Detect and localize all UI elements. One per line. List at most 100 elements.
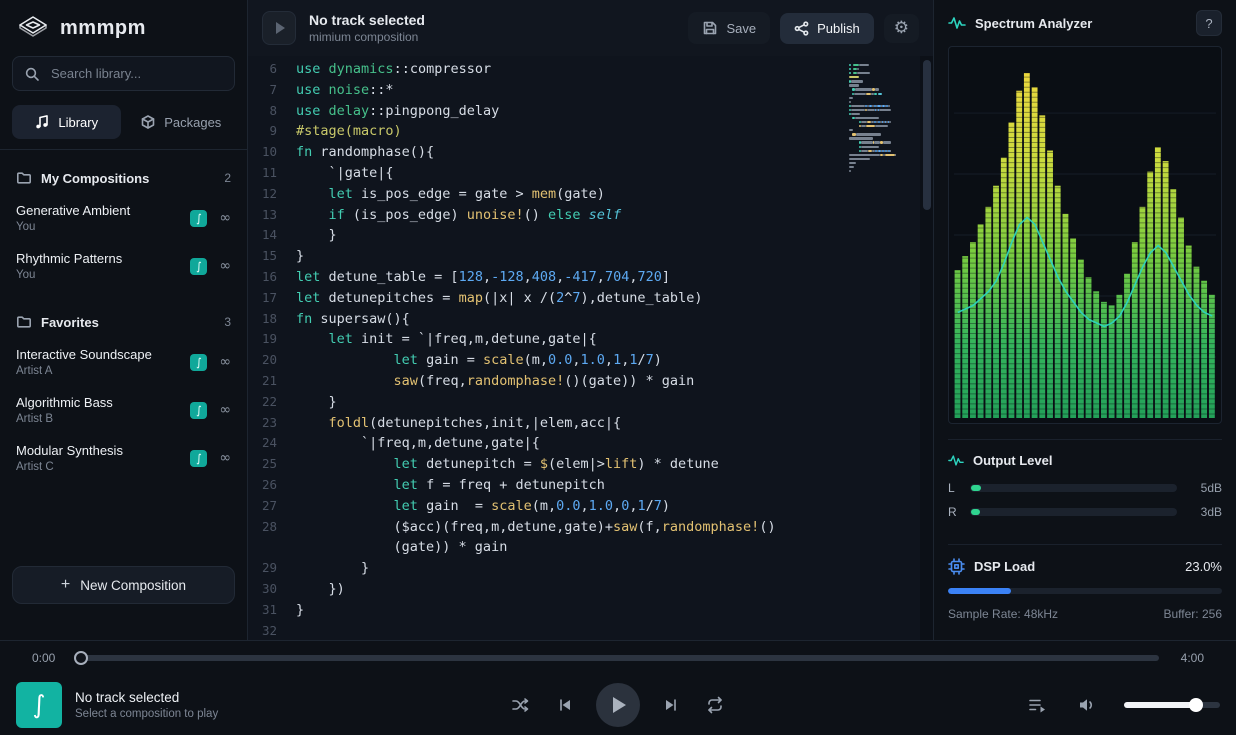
list-item[interactable]: Generative AmbientYou∫∞ [0, 194, 247, 242]
line-number: 13 [248, 205, 296, 226]
shuffle-button[interactable] [508, 692, 534, 718]
sample-rate-label: Sample Rate: 48kHz [948, 607, 1058, 621]
code-line[interactable]: 26 let f = freq + detunepitch [248, 475, 933, 496]
code-text: fn supersaw(){ [296, 309, 410, 330]
code-line[interactable]: 21 saw(freq,randomphase!()(gate)) * gain [248, 371, 933, 392]
code-text: let init = `|freq,m,detune,gate|{ [296, 329, 597, 350]
code-text: ($acc)(freq,m,detune,gate)+saw(f,randomp… [296, 517, 776, 538]
transport-controls [508, 683, 728, 727]
search-box[interactable] [12, 56, 235, 91]
line-number: 15 [248, 246, 296, 267]
code-line[interactable]: 14 } [248, 225, 933, 246]
code-line[interactable]: 22 } [248, 392, 933, 413]
volume-knob[interactable] [1189, 698, 1203, 712]
code-line[interactable]: 23 foldl(detunepitches,init,|elem,acc|{ [248, 413, 933, 434]
scrollbar-thumb[interactable] [923, 60, 931, 210]
minimap[interactable] [849, 64, 913, 178]
code-line[interactable]: 15} [248, 246, 933, 267]
repeat-button[interactable] [702, 692, 728, 718]
code-line[interactable]: 17let detunepitches = map(|x| x /(2^7),d… [248, 288, 933, 309]
code-line[interactable]: 12 let is_pos_edge = gate > mem(gate) [248, 184, 933, 205]
list-item[interactable]: Algorithmic BassArtist B∫∞ [0, 386, 247, 434]
line-number: 22 [248, 392, 296, 413]
code-line[interactable]: 13 if (is_pos_edge) unoise!() else self [248, 205, 933, 226]
help-button[interactable]: ? [1196, 10, 1222, 36]
timeline-track[interactable] [77, 655, 1159, 661]
item-title: Modular Synthesis [16, 443, 182, 458]
header-play-button[interactable] [262, 11, 296, 45]
code-text: let gain = scale(m,0.0,1.0,0,1/7) [296, 496, 670, 517]
meter-right: R 3dB [948, 505, 1222, 519]
publish-label: Publish [817, 21, 860, 36]
editor-column: No track selected mimium composition Sav… [248, 0, 934, 640]
save-button[interactable]: Save [688, 12, 770, 44]
meter-right-fill [971, 509, 980, 515]
code-text: `|freq,m,detune,gate|{ [296, 433, 540, 454]
tab-library[interactable]: Library [12, 105, 121, 139]
plus-icon: + [61, 577, 70, 593]
code-text: } [296, 600, 304, 621]
line-number: 28 [248, 517, 296, 538]
code-line[interactable]: 6use dynamics::compressor [248, 59, 933, 80]
code-line[interactable]: 7use noise::* [248, 80, 933, 101]
code-line[interactable]: 25 let detunepitch = $(elem|>lift) * det… [248, 454, 933, 475]
sidebar-section: My Compositions2Generative AmbientYou∫∞R… [0, 162, 247, 290]
code-line[interactable]: 28 ($acc)(freq,m,detune,gate)+saw(f,rand… [248, 517, 933, 538]
line-number: 31 [248, 600, 296, 621]
previous-button[interactable] [553, 693, 577, 717]
code-line[interactable]: 11 `|gate|{ [248, 163, 933, 184]
infinity-icon: ∞ [219, 210, 231, 226]
code-line[interactable]: 9#stage(macro) [248, 121, 933, 142]
tab-packages-label: Packages [164, 115, 221, 130]
composition-icon: ∫ [190, 354, 207, 371]
volume-button[interactable] [1074, 692, 1100, 718]
code-text: let is_pos_edge = gate > mem(gate) [296, 184, 605, 205]
app-title: mmmpm [60, 17, 146, 40]
timeline-knob[interactable] [74, 651, 88, 665]
next-button[interactable] [659, 693, 683, 717]
list-item[interactable]: Rhythmic PatternsYou∫∞ [0, 242, 247, 290]
item-subtitle: Artist A [16, 365, 182, 377]
new-composition-button[interactable]: + New Composition [12, 566, 235, 604]
code-line[interactable]: 29 } [248, 558, 933, 579]
queue-button[interactable] [1024, 692, 1050, 718]
composition-icon: ∫ [190, 402, 207, 419]
play-icon [613, 697, 626, 713]
code-line[interactable]: 19 let init = `|freq,m,detune,gate|{ [248, 329, 933, 350]
sidebar-tabs: Library Packages [0, 103, 247, 150]
tab-packages[interactable]: Packages [127, 105, 236, 139]
code-line[interactable]: (gate)) * gain [248, 537, 933, 558]
code-line[interactable]: 24 `|freq,m,detune,gate|{ [248, 433, 933, 454]
volume-slider[interactable] [1124, 702, 1220, 708]
code-line[interactable]: 32 [248, 621, 933, 640]
code-line[interactable]: 16let detune_table = [128,-128,408,-417,… [248, 267, 933, 288]
editor-scrollbar[interactable] [920, 56, 933, 640]
meter-left-track [970, 484, 1177, 492]
code-line[interactable]: 31} [248, 600, 933, 621]
code-editor[interactable]: 6use dynamics::compressor7use noise::*8u… [248, 56, 933, 640]
code-text: }) [296, 579, 345, 600]
item-subtitle: Artist C [16, 461, 182, 473]
settings-button[interactable]: ⚙ [884, 14, 919, 43]
section-header[interactable]: Favorites3 [0, 306, 247, 338]
code-line[interactable]: 18fn supersaw(){ [248, 309, 933, 330]
code-line[interactable]: 8use delay::pingpong_delay [248, 101, 933, 122]
dsp-load-title: DSP Load [974, 559, 1176, 574]
dsp-load-fill [948, 588, 1011, 594]
code-line[interactable]: 30 }) [248, 579, 933, 600]
list-item[interactable]: Interactive SoundscapeArtist A∫∞ [0, 338, 247, 386]
code-line[interactable]: 10fn randomphase(){ [248, 142, 933, 163]
play-button[interactable] [596, 683, 640, 727]
section-header[interactable]: My Compositions2 [0, 162, 247, 194]
line-number: 29 [248, 558, 296, 579]
code-line[interactable]: 27 let gain = scale(m,0.0,1.0,0,1/7) [248, 496, 933, 517]
time-total: 4:00 [1174, 651, 1204, 665]
list-item[interactable]: Modular SynthesisArtist C∫∞ [0, 434, 247, 482]
line-number: 8 [248, 101, 296, 122]
code-text: use noise::* [296, 80, 394, 101]
search-input[interactable] [49, 65, 223, 82]
code-line[interactable]: 20 let gain = scale(m,0.0,1.0,1,1/7) [248, 350, 933, 371]
waveform-icon [948, 16, 966, 30]
publish-button[interactable]: Publish [780, 13, 874, 44]
app-root: mmmpm Library P [0, 0, 1236, 735]
